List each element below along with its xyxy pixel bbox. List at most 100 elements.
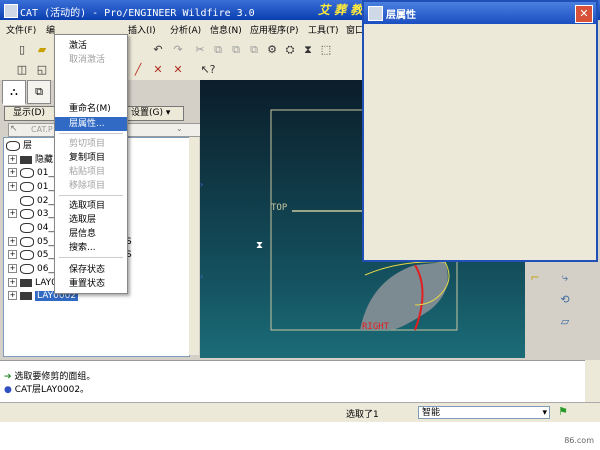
- sash-arrow-icon[interactable]: ›: [200, 272, 203, 281]
- message-line: ● CAT层LAY0002。: [4, 382, 89, 395]
- footer-text: 86.com: [564, 436, 594, 445]
- menu-applications[interactable]: 应用程序(P): [250, 23, 298, 36]
- layer-icon: [20, 263, 34, 274]
- expand-icon[interactable]: +: [8, 250, 17, 259]
- menu-separator: [59, 257, 123, 258]
- paste-icon[interactable]: ⧉: [228, 42, 244, 58]
- view-cube-icon[interactable]: ◱: [34, 62, 50, 78]
- menu-info[interactable]: 信息(N): [210, 23, 242, 36]
- message-area: ➔ 选取要修剪的面组。 ● CAT层LAY0002。: [0, 360, 585, 403]
- tree-item[interactable]: +01__: [8, 167, 57, 180]
- expand-icon[interactable]: +: [8, 168, 17, 177]
- datum-curve-icon[interactable]: ⌐: [527, 270, 543, 286]
- select-box-icon[interactable]: ⬚: [318, 42, 334, 58]
- menu-analysis[interactable]: 分析(A): [170, 23, 201, 36]
- tree-item[interactable]: +01__: [8, 181, 57, 194]
- tree-item[interactable]: +03__: [8, 208, 57, 221]
- expand-icon[interactable]: +: [8, 291, 17, 300]
- datum-plane-icon[interactable]: ╱: [130, 62, 146, 78]
- undo-icon[interactable]: ↶: [150, 42, 166, 58]
- menu-item-remove: 移除项目: [69, 181, 106, 191]
- tree-item[interactable]: + LAY0: [8, 277, 57, 290]
- open-folder-icon[interactable]: ▰: [34, 42, 50, 58]
- dialog-title-bar: 层属性 ✕: [364, 2, 596, 24]
- menu-separator: [59, 133, 123, 134]
- tree-scrollbar[interactable]: [189, 137, 199, 355]
- new-file-icon[interactable]: ▯: [14, 42, 30, 58]
- close-icon[interactable]: ✕: [575, 5, 593, 23]
- message-text: 选取要修剪的面组。: [14, 372, 96, 382]
- tree-item[interactable]: +05__: [8, 249, 57, 262]
- layer-icon: [6, 140, 20, 151]
- layer-icon: [20, 167, 34, 178]
- paste-special-icon[interactable]: ⧉: [246, 42, 262, 58]
- tree-root[interactable]: 层: [6, 140, 32, 153]
- menu-item-copy[interactable]: 复制项目: [55, 151, 127, 165]
- tree-item[interactable]: + 隐藏: [8, 154, 53, 167]
- label-right: RIGHT: [362, 322, 390, 332]
- expand-icon[interactable]: +: [8, 209, 17, 218]
- menu-item-activate[interactable]: 激活: [55, 39, 127, 53]
- layer-icon: [20, 222, 34, 233]
- redo-icon[interactable]: ↷: [170, 42, 186, 58]
- expand-icon[interactable]: +: [8, 182, 17, 191]
- layer-icon: [20, 249, 34, 260]
- cut-icon[interactable]: ✂: [192, 42, 208, 58]
- expand-icon[interactable]: +: [8, 237, 17, 246]
- menu-item-rename[interactable]: 重命名(M): [55, 102, 127, 116]
- settings-button[interactable]: 设置(G) ▾: [126, 106, 184, 121]
- datum-axis-icon[interactable]: ✕: [150, 62, 166, 78]
- boundary-icon[interactable]: ▱: [557, 314, 573, 330]
- view-box-icon[interactable]: ◫: [14, 62, 30, 78]
- menu-insert[interactable]: 插入(I): [128, 23, 156, 36]
- copy-icon[interactable]: ⧉: [210, 42, 226, 58]
- sash-arrow-icon[interactable]: ›: [200, 180, 203, 189]
- menu-item-layer-info[interactable]: 层信息: [55, 227, 127, 241]
- menu-item-layer-properties[interactable]: 层属性...: [55, 117, 127, 131]
- sweep-icon[interactable]: ⤷: [557, 270, 573, 286]
- menu-item-save-status[interactable]: 保存状态: [55, 263, 127, 277]
- tree-item[interactable]: +05__: [8, 236, 57, 249]
- menu-item-select-items[interactable]: 选取项目: [55, 199, 127, 213]
- tree-item[interactable]: +04__: [8, 222, 57, 235]
- tree-item[interactable]: +02__: [8, 195, 57, 208]
- expand-icon[interactable]: +: [8, 264, 17, 273]
- expand-icon[interactable]: +: [8, 155, 17, 164]
- tab-model-tree[interactable]: ⛬: [2, 80, 26, 105]
- feature-toolbar: ⌐ ⤷ ⟲ ▱: [525, 262, 600, 360]
- expand-icon[interactable]: +: [8, 278, 17, 287]
- message-scrollbar[interactable]: [585, 360, 600, 402]
- tree-item-label: 隐藏: [35, 155, 54, 165]
- traffic-light-icon[interactable]: ⚑: [558, 405, 568, 418]
- search-icon[interactable]: ⧗: [300, 42, 316, 58]
- app-icon: [4, 4, 18, 18]
- datum-point-icon[interactable]: ✕: [170, 62, 186, 78]
- arrow-right-icon: ➔: [4, 372, 12, 382]
- layer-icon: [20, 278, 32, 287]
- menu-item-select-layers[interactable]: 选取层: [55, 213, 127, 227]
- find-icon[interactable]: ⛭: [282, 42, 298, 58]
- blend-icon[interactable]: ⟲: [557, 292, 573, 308]
- menu-item-paste: 粘贴项目: [69, 167, 106, 177]
- tab-layer-tree[interactable]: ⧉: [27, 80, 51, 104]
- menu-file[interactable]: 文件(F): [6, 23, 36, 36]
- chevron-down-icon[interactable]: ⌄: [176, 124, 183, 133]
- layer-tree-icon: ⧉: [35, 85, 43, 98]
- message-text: CAT层LAY0002。: [14, 385, 90, 395]
- tree-root-label: 层: [23, 141, 33, 151]
- hourglass-icon: ⧗: [256, 240, 264, 251]
- regenerate-icon[interactable]: ⚙: [264, 42, 280, 58]
- menu-item-cut: 剪切项目: [69, 139, 106, 149]
- whats-this-icon[interactable]: ↖?: [200, 62, 216, 78]
- filter-select[interactable]: 智能 ▾: [418, 406, 550, 419]
- context-menu: 激活 取消激活 重命名(M) 层属性... 剪切项目 复制项目 粘贴项目 移除项…: [54, 34, 128, 294]
- menu-item-search[interactable]: 搜索...: [55, 241, 127, 255]
- menu-tools[interactable]: 工具(T): [308, 23, 339, 36]
- tree-item[interactable]: +06__: [8, 263, 57, 276]
- layer-icon: [20, 208, 34, 219]
- window-title: CAT (活动的) - Pro/ENGINEER Wildfire 3.0: [20, 8, 255, 19]
- message-line: ➔ 选取要修剪的面组。: [4, 369, 95, 382]
- menu-item-reset-status[interactable]: 重置状态: [55, 277, 127, 291]
- menu-item-deactivate: 取消激活: [69, 55, 106, 65]
- layer-icon: [20, 291, 32, 300]
